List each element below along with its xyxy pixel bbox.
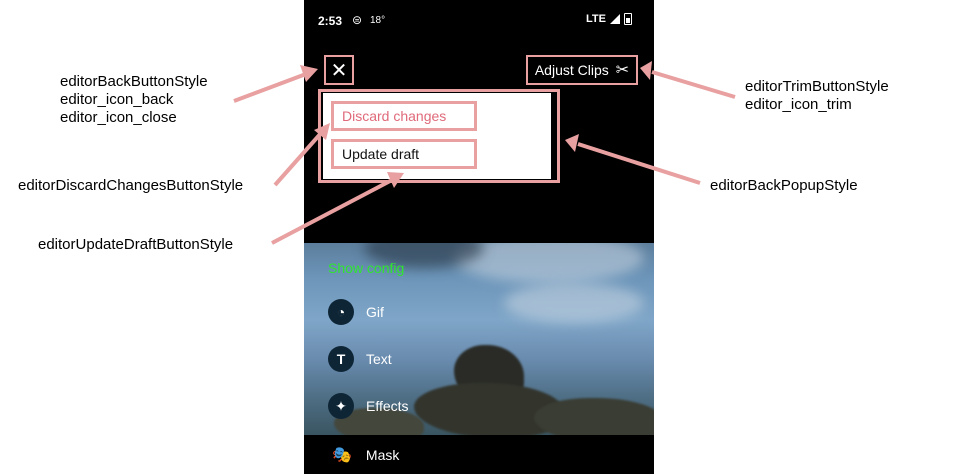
sparkle-icon: ✦ — [328, 393, 354, 419]
annotation-line: editor_icon_back — [60, 91, 174, 108]
battery-icon — [624, 13, 632, 25]
status-time: 2:53 — [318, 14, 343, 28]
annotation-line: editor_icon_close — [60, 109, 177, 126]
effects-tool-label: Effects — [366, 398, 409, 414]
status-temperature: 18° — [370, 15, 386, 26]
background-rock — [534, 398, 654, 435]
close-button[interactable]: ✕ — [324, 55, 354, 85]
annotation-discard-button: editorDiscardChangesButtonStyle — [18, 177, 244, 194]
notification-icon: ⊜ — [352, 13, 363, 27]
update-draft-button[interactable]: Update draft — [331, 139, 477, 169]
background-cloud — [504, 283, 644, 323]
mask-tool-button[interactable]: 🎭 Mask — [332, 445, 399, 465]
bottom-bar: 🎭 Mask — [304, 435, 654, 474]
status-indicators: LTE — [586, 13, 632, 25]
text-tool-label: Text — [366, 351, 392, 367]
adjust-clips-label: Adjust Clips — [534, 62, 609, 78]
annotation-line: editor_icon_trim — [745, 96, 852, 113]
signal-icon — [610, 14, 620, 24]
annotation-line: editorTrimButtonStyle — [745, 78, 889, 95]
annotation-line: editorBackButtonStyle — [60, 73, 208, 90]
status-bar: 2:53 ⊜ 18° LTE — [304, 0, 654, 40]
discard-changes-button[interactable]: Discard changes — [331, 101, 477, 131]
video-preview: Show config ◔ Gif T Text ✦ Effects — [304, 243, 654, 435]
gif-tool-label: Gif — [366, 304, 384, 320]
back-popup: Discard changes Update draft — [323, 93, 551, 179]
annotation-update-draft-button: editorUpdateDraftButtonStyle — [38, 236, 234, 253]
close-icon: ✕ — [330, 59, 348, 82]
text-icon: T — [328, 346, 354, 372]
phone-screen: 2:53 ⊜ 18° LTE ✕ Adjust Clips ✂ Discard … — [304, 0, 654, 474]
show-config-link[interactable]: Show config — [328, 260, 404, 276]
sticker-icon: ◔ — [328, 299, 354, 325]
text-tool-button[interactable]: T Text — [328, 346, 392, 372]
annotation-back-button: editorBackButtonStyle editor_icon_back e… — [60, 73, 208, 127]
annotation-back-popup: editorBackPopupStyle — [710, 177, 858, 194]
arrow-to-close-button — [233, 72, 307, 103]
adjust-clips-button[interactable]: Adjust Clips ✂ — [526, 55, 638, 85]
network-type: LTE — [586, 13, 606, 25]
mask-tool-label: Mask — [365, 447, 400, 463]
effects-tool-button[interactable]: ✦ Effects — [328, 393, 409, 419]
annotation-trim-button: editorTrimButtonStyle editor_icon_trim — [745, 78, 889, 114]
arrow-to-trim-button — [651, 70, 736, 99]
mask-icon: 🎭 — [332, 447, 352, 464]
gif-tool-button[interactable]: ◔ Gif — [328, 299, 384, 325]
scissors-icon: ✂ — [615, 62, 630, 79]
